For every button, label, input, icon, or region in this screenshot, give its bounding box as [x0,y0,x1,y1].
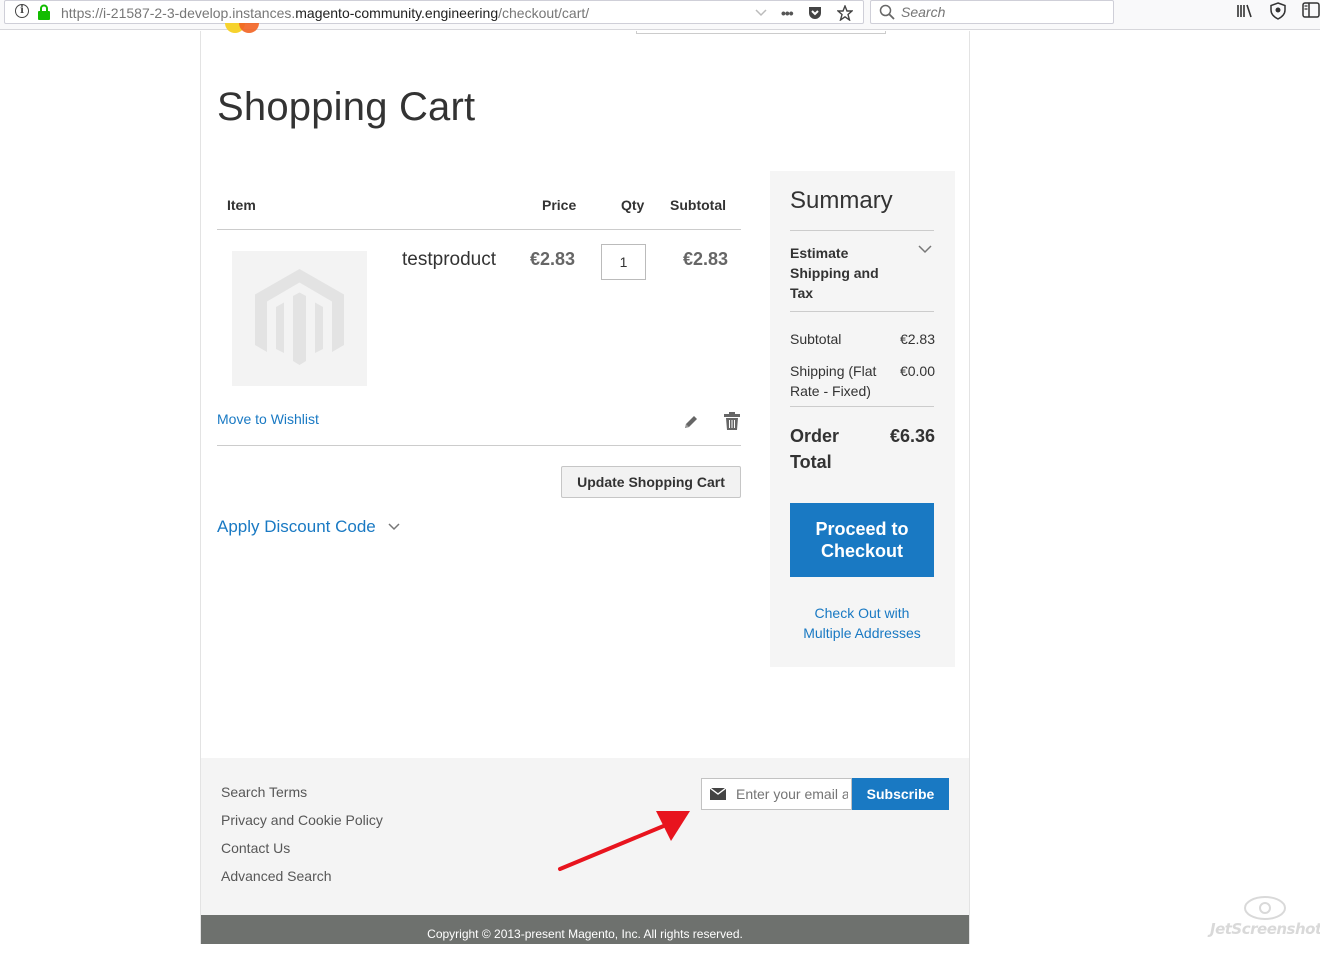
chevron-down-icon[interactable] [918,245,932,254]
edit-pencil-icon[interactable] [681,412,701,432]
toolbar-right-icons [1236,2,1320,20]
apply-discount-code-label: Apply Discount Code [217,517,376,536]
watermark-text: JetScreenshot [1210,920,1320,938]
chevron-down-icon [388,523,400,531]
summary-divider [790,230,934,231]
column-header-item: Item [227,197,256,213]
footer-link-item: Advanced Search [221,862,383,890]
footer-link-item: Search Terms [221,778,383,806]
annotation-arrow [558,811,690,871]
copyright: Copyright © 2013-present Magento, Inc. A… [201,915,969,944]
magento-placeholder-icon [255,269,344,365]
summary-divider [790,311,934,312]
browser-toolbar: i https://i-21587-2-3-develop.instances.… [0,0,1320,30]
product-thumbnail[interactable] [232,251,367,386]
bookmark-star-icon[interactable] [836,5,853,21]
info-icon[interactable]: i [15,4,29,18]
store-logo[interactable] [223,23,265,37]
product-name-link[interactable]: testproduct [402,249,496,271]
column-header-qty: Qty [621,197,645,213]
footer-link-contact[interactable]: Contact Us [221,840,290,856]
item-divider [217,445,741,446]
pocket-icon[interactable] [807,5,823,21]
watermark: JetScreenshot [1206,892,1320,940]
footer: Search Terms Privacy and Cookie Policy C… [201,758,969,944]
page-title: Shopping Cart [217,85,476,129]
chevron-down-icon[interactable] [755,9,767,17]
order-total-label: Order Total [790,426,840,472]
newsletter-field[interactable] [701,778,852,810]
summary-subtotal-value: €2.83 [899,331,935,347]
column-header-price: Price [542,197,577,213]
url-actions: ••• [755,1,853,25]
cart-summary: Summary Estimate Shipping and Tax Subtot… [770,171,955,667]
url-text: https://i-21587-2-3-develop.instances.ma… [61,5,589,21]
address-bar[interactable]: i https://i-21587-2-3-develop.instances.… [4,0,864,24]
newsletter-email-input[interactable] [736,785,848,803]
footer-link-search-terms[interactable]: Search Terms [221,784,307,800]
apply-discount-code-toggle[interactable]: Apply Discount Code [217,517,400,537]
page-container: Shopping Cart Item Price Qty Subtotal te… [200,23,970,944]
footer-link-advanced-search[interactable]: Advanced Search [221,868,332,884]
more-actions-icon[interactable]: ••• [781,5,794,21]
order-total-value: €6.36 [889,426,935,446]
estimate-shipping-toggle[interactable]: Estimate Shipping and Tax [790,243,900,303]
footer-link-item: Privacy and Cookie Policy [221,806,383,834]
item-price: €2.83 [530,249,576,269]
url-host: magento-community.engineering [295,5,499,21]
sidebar-icon[interactable] [1302,2,1320,18]
footer-links: Search Terms Privacy and Cookie Policy C… [221,778,383,890]
summary-divider [790,406,934,407]
header-search-field-edge [636,31,886,34]
trash-icon[interactable] [723,411,741,431]
browser-search-box[interactable] [870,0,1114,24]
library-icon[interactable] [1236,2,1254,20]
footer-link-item: Contact Us [221,834,383,862]
lock-icon [38,4,50,20]
shield-icon[interactable] [1270,2,1286,20]
browser-search-input[interactable] [901,3,1101,21]
url-path: /checkout/cart/ [498,5,590,21]
move-to-wishlist-link[interactable]: Move to Wishlist [217,411,319,427]
url-prefix: https://i-21587-2-3-develop.instances. [61,5,296,21]
search-icon [879,4,895,20]
watermark-logo-icon [1244,896,1286,920]
summary-subtotal-label: Subtotal [790,331,842,347]
subscribe-button[interactable]: Subscribe [852,778,949,810]
multiple-addresses-link[interactable]: Check Out with Multiple Addresses [790,603,934,643]
header-divider [217,229,741,230]
summary-shipping-value: €0.00 [899,363,935,379]
update-shopping-cart-button[interactable]: Update Shopping Cart [561,466,741,498]
summary-title: Summary [790,187,893,214]
column-header-subtotal: Subtotal [670,197,726,213]
qty-input[interactable] [601,244,646,280]
summary-shipping-label: Shipping (Flat Rate - Fixed) [790,363,877,399]
proceed-to-checkout-button[interactable]: Proceed to Checkout [790,503,934,577]
envelope-icon [710,788,726,800]
item-subtotal: €2.83 [683,249,729,269]
footer-link-privacy[interactable]: Privacy and Cookie Policy [221,812,383,828]
newsletter-form: Subscribe [701,778,949,810]
